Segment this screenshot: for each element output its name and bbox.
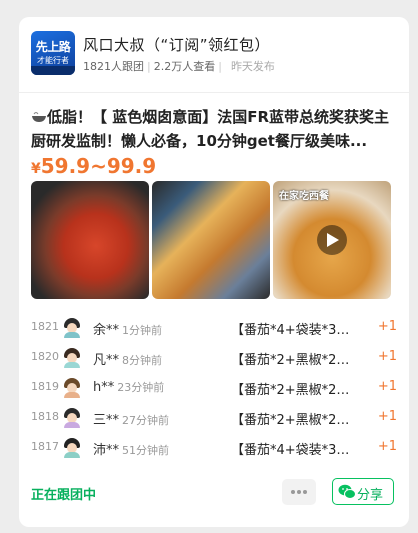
order-number: 1818 [31,410,59,423]
avatar-text-main: 先上路 [35,40,71,54]
currency-symbol: ¥ [31,161,41,177]
buyer-avatar [61,346,83,368]
group-name[interactable]: 风口大叔（“订阅”领红包） [83,34,270,55]
order-row[interactable]: 1819 h** 23分钟前 【番茄*2+黑椒*2… +1 [31,373,397,403]
order-row[interactable]: 1817 沛** 51分钟前 【番茄*4+袋装*3… +1 [31,433,397,463]
buyer-name: 三** [93,413,120,428]
buyer-name-group: 沛** 51分钟前 [93,439,169,458]
product-video-thumb[interactable]: 在家吃西餐 [273,181,391,299]
order-time: 8分钟前 [122,354,163,367]
buyer-avatar [61,406,83,428]
avatar-text-sub: 才能行者 [37,56,69,65]
avatar-body [64,422,80,428]
share-button[interactable]: 分享 [332,478,394,505]
product-title-text: 低脂！【 蓝色烟囱意面】法国FR蓝带总统奖获奖主厨研发监制！懒人必备，10分钟g… [31,108,390,150]
meta-separator: | [218,60,222,73]
avatar-body [64,332,80,338]
header-divider [19,92,409,93]
wechat-icon [338,484,356,504]
views-count: 2.2万人查看 [153,60,216,73]
price: ¥59.9~99.9 [31,154,156,178]
product-photos: 在家吃西餐 [31,181,397,299]
order-row[interactable]: 1821 余** 1分钟前 【番茄*4+袋装*3… +1 [31,313,397,343]
order-qty: +1 [377,439,397,454]
posted-time: 昨天发布 [230,60,275,73]
order-qty: +1 [377,319,397,334]
order-time: 27分钟前 [122,414,170,427]
more-dot [303,490,307,494]
order-item: 【番茄*4+袋装*3… [231,323,350,338]
product-photo-1[interactable] [31,181,149,299]
group-meta: 1821人跟团 | 2.2万人查看 | 昨天发布 [83,58,275,74]
group-status: 正在跟团中 [31,488,97,503]
avatar-body [64,392,80,398]
order-number: 1817 [31,440,59,453]
order-time: 51分钟前 [122,444,170,457]
avatar-stripe [31,66,75,75]
more-dot [297,490,301,494]
followers-count: 1821人跟团 [83,60,144,73]
order-item: 【番茄*2+黑椒*2… [231,383,350,398]
buyer-name: h** [93,380,115,395]
more-button[interactable] [282,479,316,505]
group-buy-card[interactable]: 先上路 才能行者 风口大叔（“订阅”领红包） 1821人跟团 | 2.2万人查看 | 昨… [19,17,409,527]
order-list: 1821 余** 1分钟前 【番茄*4+袋装*3… +1 1820 凡** 8分钟前 【番茄*2… [31,313,397,463]
group-header[interactable]: 先上路 才能行者 风口大叔（“订阅”领红包） 1821人跟团 | 2.2万人查看 | 昨… [31,31,397,79]
order-qty: +1 [377,349,397,364]
buyer-name-group: h** 23分钟前 [93,379,164,395]
order-number: 1821 [31,320,59,333]
more-dot [291,490,295,494]
buyer-name-group: 余** 1分钟前 [93,319,162,338]
group-avatar[interactable]: 先上路 才能行者 [31,31,75,75]
order-qty: +1 [377,409,397,424]
avatar-body [64,452,80,458]
buyer-name: 沛** [93,443,120,458]
buyer-avatar [61,376,83,398]
buyer-name-group: 凡** 8分钟前 [93,349,162,368]
product-photo-2[interactable] [152,181,270,299]
product-title[interactable]: 低脂！【 蓝色烟囱意面】法国FR蓝带总统奖获奖主厨研发监制！懒人必备，10分钟g… [31,105,397,153]
avatar-body [64,362,80,368]
buyer-avatar [61,316,83,338]
order-qty: +1 [377,379,397,394]
buyer-avatar [61,436,83,458]
order-item: 【番茄*2+黑椒*2… [231,413,350,428]
order-item: 【番茄*4+袋装*3… [231,443,350,458]
order-time: 23分钟前 [117,381,165,394]
buyer-name: 余** [93,323,120,338]
share-label: 分享 [357,488,384,503]
order-number: 1820 [31,350,59,363]
buyer-name-group: 三** 27分钟前 [93,409,169,428]
buyer-name: 凡** [93,353,120,368]
order-time: 1分钟前 [122,324,163,337]
video-caption: 在家吃西餐 [279,191,329,202]
price-range: 59.9~99.9 [40,154,157,178]
bowl-icon [31,106,47,122]
order-number: 1819 [31,380,59,393]
order-row[interactable]: 1818 三** 27分钟前 【番茄*2+黑椒*2… +1 [31,403,397,433]
order-row[interactable]: 1820 凡** 8分钟前 【番茄*2+黑椒*2… +1 [31,343,397,373]
meta-separator: | [147,60,151,73]
play-icon[interactable] [317,225,347,255]
order-item: 【番茄*2+黑椒*2… [231,353,350,368]
